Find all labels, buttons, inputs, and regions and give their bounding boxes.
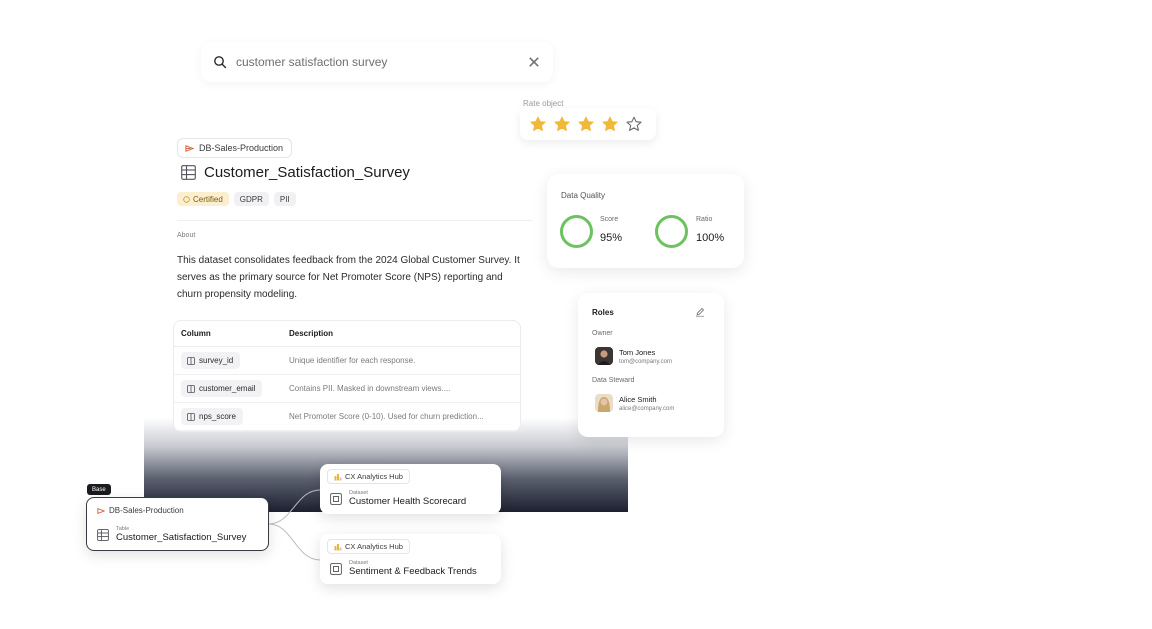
database-icon [97,507,105,514]
node-name: Sentiment & Feedback Trends [349,566,477,577]
lineage-node-downstream[interactable]: CX Analytics Hub Dataset Sentiment & Fee… [320,534,501,584]
node-name: Customer Health Scorecard [349,496,467,507]
base-badge: Base [87,484,111,495]
base-source: DB-Sales-Production [109,506,184,515]
base-name: Customer_Satisfaction_Survey [116,532,247,543]
lineage-node-base[interactable]: DB-Sales-Production Table Customer_Satis… [86,497,269,551]
hub-chip: CX Analytics Hub [327,539,410,554]
hub-chip: CX Analytics Hub [327,469,410,484]
dataset-icon [330,492,342,505]
hub-icon [334,473,342,480]
hub-icon [334,543,342,550]
lineage-node-downstream[interactable]: CX Analytics Hub Dataset Customer Health… [320,464,501,514]
dataset-icon [330,562,342,575]
table-icon [97,528,109,541]
